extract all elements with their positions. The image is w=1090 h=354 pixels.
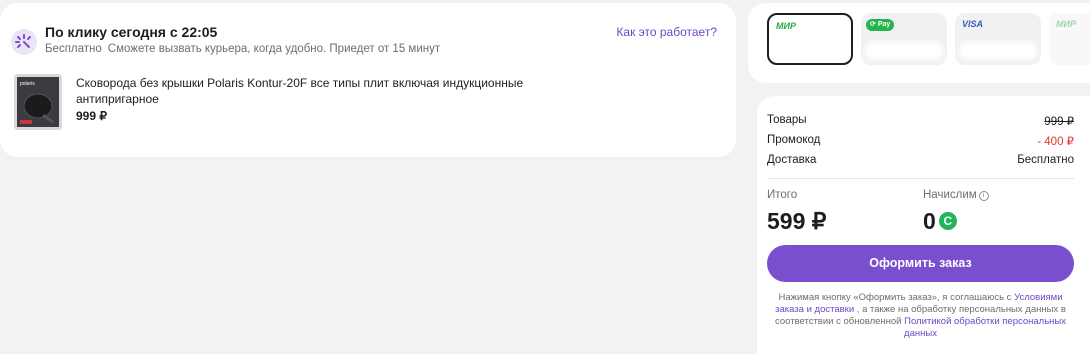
- place-order-button[interactable]: Оформить заказ: [767, 245, 1074, 282]
- delivery-free-label: Бесплатно: [45, 43, 102, 55]
- summary-divider: [767, 178, 1074, 179]
- delivery-clock-icon: [11, 29, 37, 55]
- product-name[interactable]: Сковорода без крышки Polaris Kontur-20F …: [76, 75, 526, 107]
- shipping-value: Бесплатно: [1017, 154, 1074, 166]
- bonus-value-wrap: 0С: [923, 208, 957, 235]
- delivery-description: Сможете вызвать курьера, когда удобно. П…: [107, 43, 441, 55]
- bonus-label-wrap: Начислим i: [923, 189, 989, 201]
- how-it-works-link[interactable]: Как это работает?: [616, 25, 717, 39]
- sbp-pay-logo: ⟳ Pay: [866, 19, 895, 31]
- payment-method-visa[interactable]: VISA: [955, 13, 1041, 65]
- summary-promo-row: Промокод - 400 ₽: [767, 134, 1074, 148]
- summary-goods-row: Товары 999 ₽: [767, 114, 1074, 128]
- goods-value: 999 ₽: [1044, 116, 1074, 128]
- legal-text-1: Нажимая кнопку «Оформить заказ», я согла…: [778, 292, 1015, 303]
- payment-method-sbp-pay[interactable]: ⟳ Pay: [861, 13, 947, 65]
- promo-value: - 400 ₽: [1037, 136, 1074, 148]
- product-image[interactable]: polaris: [14, 74, 62, 130]
- order-summary-card: Товары 999 ₽ Промокод - 400 ₽ Доставка Б…: [757, 96, 1090, 354]
- bonus-label: Начислим: [923, 189, 977, 201]
- privacy-policy-link[interactable]: Политикой обработки персональных данных: [904, 316, 1066, 339]
- info-icon[interactable]: i: [978, 191, 989, 201]
- goods-label: Товары: [767, 114, 807, 126]
- bonus-value: 0: [923, 208, 936, 234]
- product-thumb-brand: polaris: [20, 81, 35, 87]
- delivery-card: По клику сегодня с 22:05 Бесплатно Сможет…: [0, 3, 736, 157]
- delivery-subtitle: Бесплатно Сможете вызвать курьера, когда …: [45, 43, 440, 55]
- mir-logo: МИР: [776, 21, 796, 31]
- payment-method-mir-2[interactable]: МИР: [1049, 13, 1090, 65]
- total-label: Итого: [767, 189, 798, 201]
- mir-logo-2: МИР: [1056, 19, 1076, 29]
- bonus-coin-icon: С: [938, 212, 957, 230]
- product-price: 999 ₽: [76, 109, 107, 123]
- shipping-label: Доставка: [767, 154, 817, 166]
- legal-notice: Нажимая кнопку «Оформить заказ», я согла…: [763, 292, 1078, 340]
- payment-methods-card: МИР ⟳ Pay VISA МИР: [748, 3, 1090, 83]
- visa-logo: VISA: [962, 19, 984, 29]
- summary-shipping-row: Доставка Бесплатно: [767, 154, 1074, 166]
- total-value: 599 ₽: [767, 208, 827, 234]
- delivery-title: По клику сегодня с 22:05: [45, 24, 218, 40]
- payment-method-mir[interactable]: МИР: [767, 13, 853, 65]
- promo-label: Промокод: [767, 134, 821, 146]
